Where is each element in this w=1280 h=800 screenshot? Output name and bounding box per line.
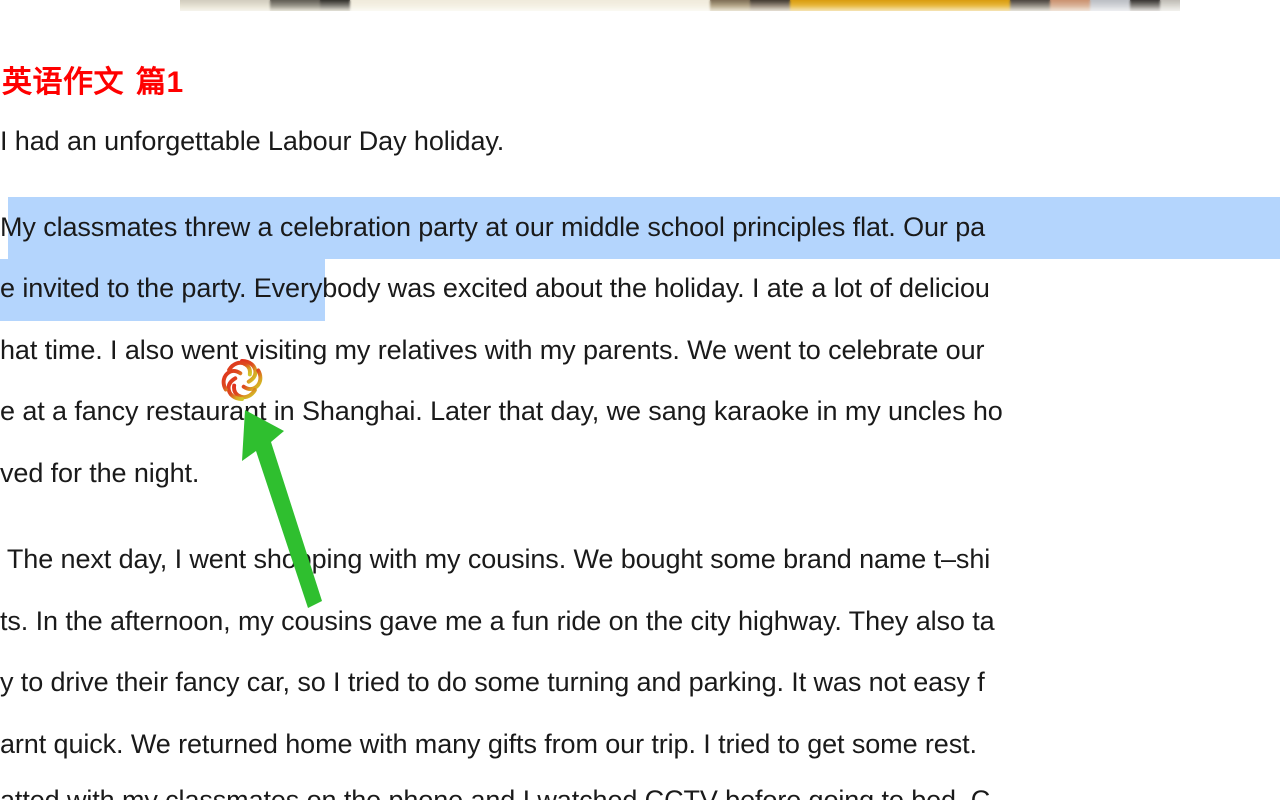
openai-logo-icon [214, 352, 270, 408]
paragraph-line-2-selected: e invited to the party. [0, 273, 247, 303]
paragraph-line-2-rest: Everybody was excited about the holiday.… [246, 273, 990, 303]
paragraph-line-5: ved for the night. [0, 458, 200, 488]
green-arrow-cursor-icon [222, 398, 342, 613]
paragraph-line-2: e invited to the party. Everybody was ex… [0, 273, 990, 303]
paragraph-line-9: arnt quick. We returned home with many g… [0, 729, 977, 759]
page-title-cn: 英语作文 [2, 66, 124, 99]
paragraph-line-4: e at a fancy restaurant in Shanghai. Lat… [0, 396, 1003, 426]
page-title: 英语作文 篇1 [2, 57, 184, 101]
paragraph-line-10: atted with my classmates on the phone an… [0, 785, 991, 800]
paragraph-intro: I had an unforgettable Labour Day holida… [0, 126, 505, 156]
paragraph-line-7: ts. In the afternoon, my cousins gave me… [0, 606, 995, 636]
paragraph-line-1: My classmates threw a celebration party … [0, 212, 986, 242]
paragraph-line-3: hat time. I also went visiting my relati… [0, 335, 985, 365]
page-root: 英语作文 篇1 I had an unforgettable Labour Day… [0, 0, 1280, 800]
paragraph-line-8: y to drive their fancy car, so I tried t… [0, 667, 985, 697]
page-title-number: 篇1 [136, 66, 184, 99]
cropped-photo-strip [180, 0, 1180, 11]
paragraph-line-6: The next day, I went shopping with my co… [0, 544, 991, 574]
